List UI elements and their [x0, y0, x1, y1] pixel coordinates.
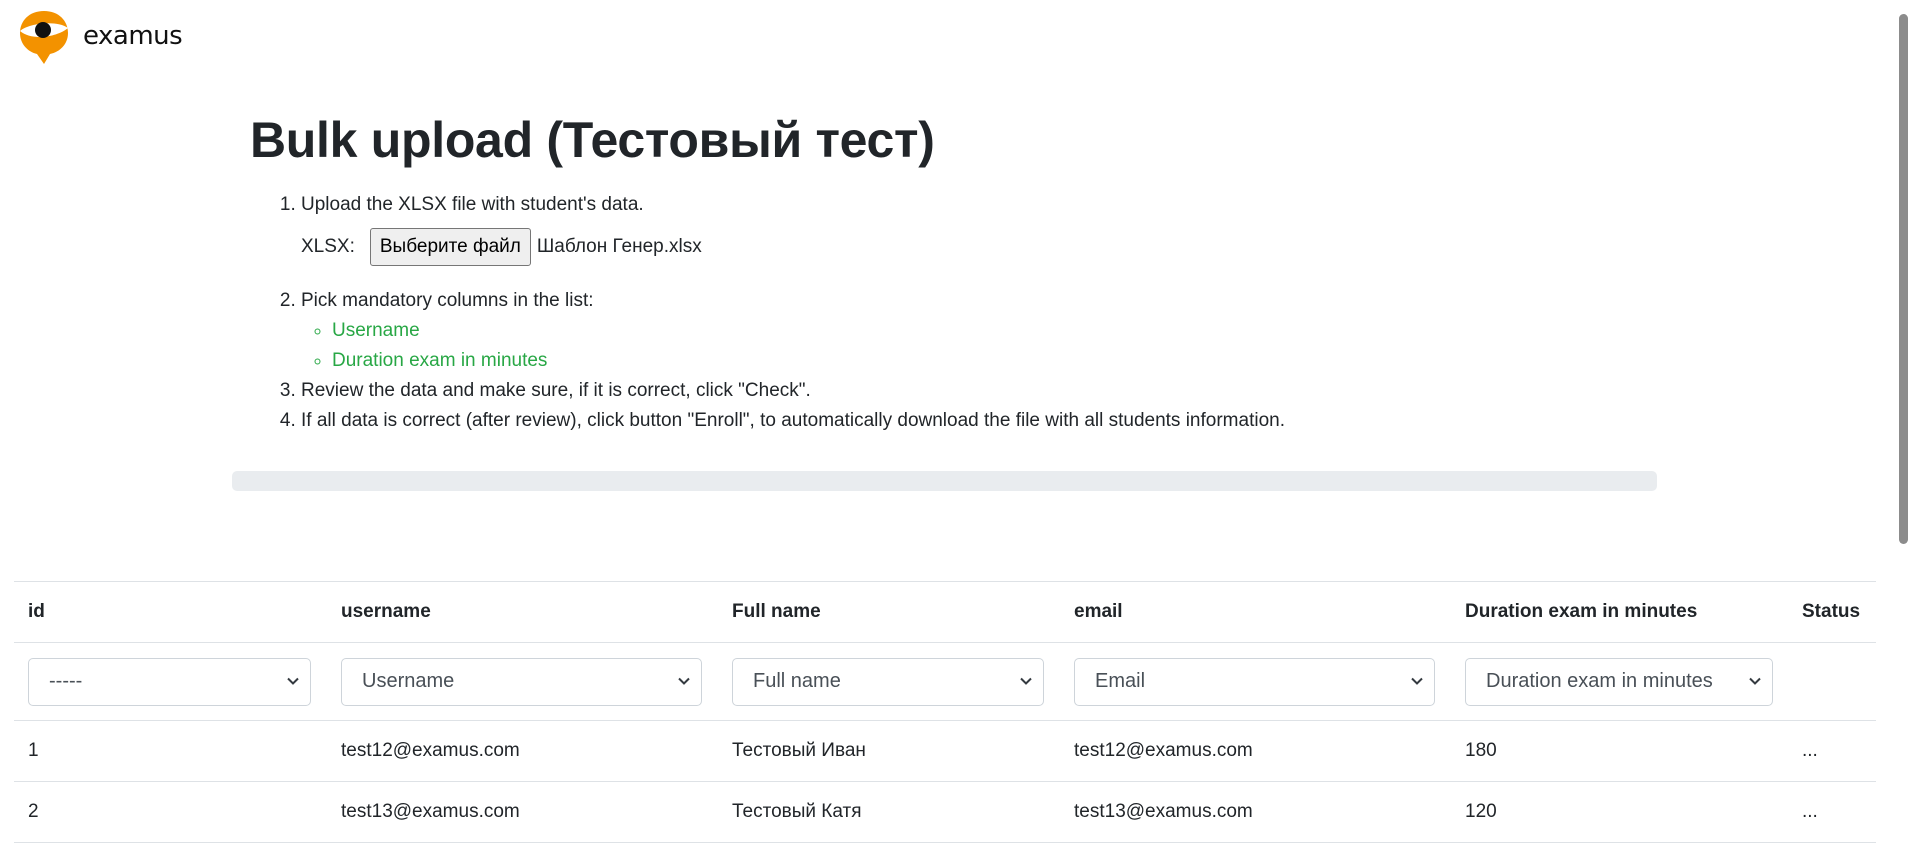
chevron-down-icon [1411, 677, 1423, 685]
select-value: Duration exam in minutes [1486, 670, 1713, 692]
mandatory-column-item: Duration exam in minutes [332, 346, 1670, 376]
cell-email: test13@examus.com [1074, 801, 1253, 822]
select-value: Full name [753, 670, 841, 692]
column-header-id: id [28, 601, 45, 622]
step-enroll: If all data is correct (after review), c… [301, 406, 1670, 436]
mandatory-columns-list: Username Duration exam in minutes [301, 316, 1670, 376]
step-review: Review the data and make sure, if it is … [301, 376, 1670, 406]
chevron-down-icon [287, 677, 299, 685]
scrollbar[interactable] [1896, 0, 1911, 842]
table-header-row: id username Full name email Duration exa… [14, 582, 1876, 643]
cell-full-name: Тестовый Катя [732, 801, 862, 822]
instructions-list: Upload the XLSX file with student's data… [250, 190, 1670, 436]
table-row: 1 test12@examus.com Тестовый Иван test12… [14, 721, 1876, 782]
full-name-column-select[interactable]: Full name [732, 657, 1044, 706]
step-upload-text: Upload the XLSX file with student's data… [301, 194, 644, 215]
username-column-select[interactable]: Username [341, 657, 702, 706]
mandatory-column-item: Username [332, 316, 1670, 346]
cell-email: test12@examus.com [1074, 740, 1253, 761]
xlsx-label: XLSX: [301, 236, 355, 257]
cell-id: 1 [28, 740, 39, 761]
students-table: id username Full name email Duration exa… [14, 581, 1876, 843]
column-header-username: username [341, 601, 431, 622]
table-row: 2 test13@examus.com Тестовый Катя test13… [14, 782, 1876, 843]
column-mapping-row: ----- Username Full name Email Duration … [14, 643, 1876, 721]
examus-logo[interactable]: examus [17, 8, 183, 64]
cell-status: ... [1802, 740, 1818, 761]
cell-username: test12@examus.com [341, 740, 520, 761]
cell-full-name: Тестовый Иван [732, 740, 866, 761]
file-upload-row: XLSX: Выберите файл Шаблон Генер.xlsx [301, 228, 1670, 266]
step-upload: Upload the XLSX file with student's data… [301, 190, 1670, 266]
step-pick-columns-text: Pick mandatory columns in the list: [301, 290, 594, 311]
cell-username: test13@examus.com [341, 801, 520, 822]
chevron-down-icon [1749, 677, 1761, 685]
brand-name: examus [83, 21, 183, 51]
main-content: Bulk upload (Тестовый тест) Upload the X… [250, 110, 1670, 436]
column-header-status: Status [1802, 601, 1861, 622]
select-value: ----- [49, 670, 83, 692]
eye-logo-icon [20, 11, 68, 64]
cell-duration: 180 [1465, 740, 1497, 761]
id-column-select[interactable]: ----- [28, 657, 311, 706]
scrollbar-thumb[interactable] [1899, 14, 1908, 544]
column-header-duration: Duration exam in minutes [1465, 601, 1698, 622]
cell-duration: 120 [1465, 801, 1497, 822]
step-pick-columns: Pick mandatory columns in the list: User… [301, 286, 1670, 376]
cell-status: ... [1802, 801, 1818, 822]
select-value: Email [1095, 670, 1146, 692]
upload-progress-bar [232, 471, 1657, 491]
chevron-down-icon [1020, 677, 1032, 685]
chevron-down-icon [678, 677, 690, 685]
select-value: Username [362, 670, 455, 692]
choose-file-button[interactable]: Выберите файл [369, 228, 531, 266]
selected-file-name: Шаблон Генер.xlsx [536, 236, 702, 257]
cell-id: 2 [28, 801, 39, 822]
column-header-email: email [1074, 601, 1123, 622]
page-title: Bulk upload (Тестовый тест) [250, 112, 935, 168]
email-column-select[interactable]: Email [1074, 657, 1435, 706]
duration-column-select[interactable]: Duration exam in minutes [1465, 657, 1773, 706]
column-header-full-name: Full name [732, 601, 821, 622]
